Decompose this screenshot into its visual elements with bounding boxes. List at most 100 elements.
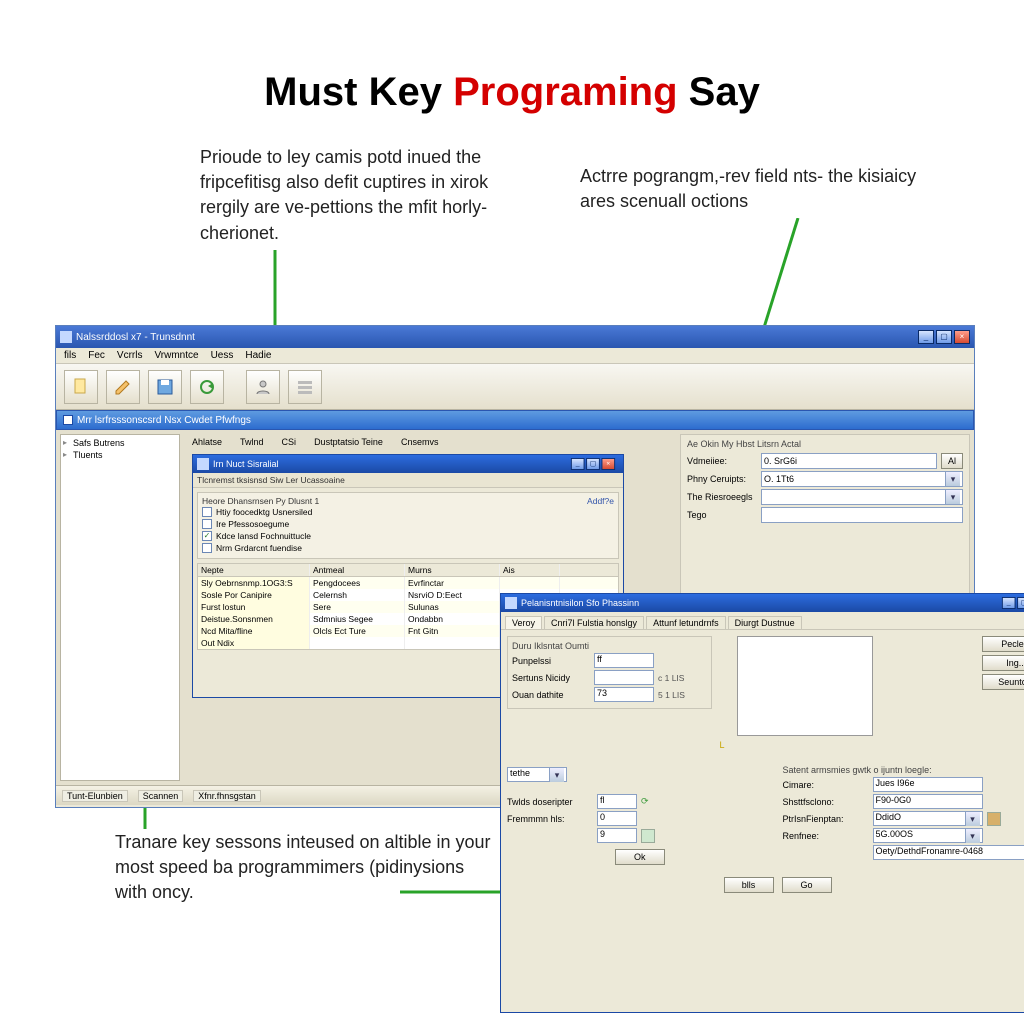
tree-node[interactable]: Tluents <box>63 449 177 461</box>
toolbar-edit-icon[interactable] <box>106 370 140 404</box>
toolbar-new-icon[interactable] <box>64 370 98 404</box>
tab[interactable]: Cnsemvs <box>397 436 443 448</box>
section-header: Mrr lsrfrsssonscsrd Nsx Cwdet Pfwfngs <box>56 410 974 430</box>
filter-checkbox[interactable]: Ire Pfessosoegume <box>202 518 614 530</box>
tab[interactable]: Ahlatse <box>188 436 226 448</box>
action-button[interactable]: Pecle.. <box>982 636 1024 652</box>
tab[interactable]: Cnri7l Fulstia honslgy <box>544 616 644 629</box>
text-input[interactable]: 0. SrG6i <box>761 453 937 469</box>
text-input[interactable]: 9 <box>597 828 637 843</box>
tree-view[interactable]: Safs Butrens Tluents <box>60 434 180 781</box>
combo-input[interactable]: DdidO <box>873 811 983 826</box>
column-header[interactable]: Ais <box>500 564 560 576</box>
ok-button[interactable]: Ok <box>615 849 665 865</box>
text-input[interactable]: F90-0G0 <box>873 794 983 809</box>
list-dialog-title: Irn Nuct Sisralial <box>213 459 279 469</box>
unit-label: 5 1 LIS <box>658 690 685 700</box>
filter-group-link[interactable]: Addf?e <box>587 496 614 506</box>
refresh-icon[interactable]: ⟳ <box>641 796 649 807</box>
table-row[interactable]: Sly Oebrnsnmp.1OG3:SPengdoceesEvrfinctar <box>198 577 618 589</box>
filter-checkbox[interactable]: ✓Kdce lansd Fochnuittucle <box>202 530 614 542</box>
status-segment[interactable]: Scannen <box>138 790 184 802</box>
combo-input[interactable]: Oety/DethdFronamre-0468 <box>873 845 1024 860</box>
tab[interactable]: Attunf letundrnfs <box>646 616 726 629</box>
tab[interactable]: Diurgt Dustnue <box>728 616 802 629</box>
combo-input[interactable] <box>761 489 963 505</box>
field-label: Fremmmn hls: <box>507 814 593 824</box>
list-dialog-titlebar[interactable]: Irn Nuct Sisralial _ ▢ × <box>193 455 623 473</box>
list-close-button[interactable]: × <box>602 458 616 470</box>
maximize-button[interactable]: ▢ <box>936 330 952 344</box>
field-label: Renfnee: <box>783 831 869 841</box>
field-label: Vdmeiiee: <box>687 456 757 466</box>
field-label: Ouan dathite <box>512 690 590 700</box>
combo-input[interactable]: 5G.00OS <box>873 828 983 843</box>
field-label: Phny Ceruipts: <box>687 474 757 484</box>
footer-button[interactable]: Go <box>782 877 832 893</box>
menu-item[interactable]: Hadie <box>245 350 271 361</box>
column-header[interactable]: Nepte <box>198 564 310 576</box>
filter-checkbox[interactable]: Nrm Grdarcnt fuendise <box>202 542 614 554</box>
text-input[interactable] <box>761 507 963 523</box>
column-header[interactable]: Murns <box>405 564 500 576</box>
combo-input[interactable]: O. 1Tt6 <box>761 471 963 487</box>
field-label: PtrIsnFienptan: <box>783 814 869 824</box>
tab[interactable]: Dustptatsio Teine <box>310 436 387 448</box>
callout-left: Prioude to ley camis potd inued the frip… <box>200 145 540 246</box>
minimize-button[interactable]: _ <box>918 330 934 344</box>
text-input[interactable]: 0 <box>597 811 637 826</box>
menu-item[interactable]: fils <box>64 350 76 361</box>
footer-button[interactable]: blls <box>724 877 774 893</box>
field-label: Shsttfsclono: <box>783 797 869 807</box>
table-cell <box>405 637 500 649</box>
properties-dialog: Pelanisntnisilon Sfo Phassinn _ ▢ × Vero… <box>500 593 1024 1013</box>
text-input[interactable]: Jues I96e <box>873 777 983 792</box>
filter-checkbox[interactable]: Htiy foocedktg Usnersiled <box>202 506 614 518</box>
text-input[interactable]: fl <box>597 794 637 809</box>
table-cell: Out Ndix <box>198 637 310 649</box>
app-icon <box>60 331 72 343</box>
tree-node[interactable]: Safs Butrens <box>63 437 177 449</box>
toolbar <box>56 364 974 410</box>
filter-group: Heore Dhansrnsen Py Dlusnt 1 Addf?e Htiy… <box>197 492 619 559</box>
column-header[interactable]: Antmeal <box>310 564 405 576</box>
field-label: Tego <box>687 510 757 520</box>
properties-titlebar[interactable]: Pelanisntnisilon Sfo Phassinn _ ▢ × <box>501 594 1024 612</box>
status-segment[interactable]: Xfnr.fhnsgstan <box>193 790 261 802</box>
toolbar-save-icon[interactable] <box>148 370 182 404</box>
menu-item[interactable]: Uess <box>211 350 234 361</box>
props-minimize-button[interactable]: _ <box>1002 597 1016 609</box>
side-form-button[interactable]: Al <box>941 453 963 469</box>
text-input[interactable] <box>594 670 654 685</box>
callout-right: Actrre pograngm,-rev field nts- the kisi… <box>580 164 920 214</box>
toolbar-user-icon[interactable] <box>246 370 280 404</box>
menu-item[interactable]: Fec <box>88 350 105 361</box>
close-button[interactable]: × <box>954 330 970 344</box>
table-cell: Pengdocees <box>310 577 405 589</box>
toolbar-refresh-icon[interactable] <box>190 370 224 404</box>
text-input[interactable]: 73 <box>594 687 654 702</box>
combo-input[interactable]: tethe <box>507 767 567 782</box>
menu-bar: fils Fec Vcrrls Vrwmntce Uess Hadie <box>56 348 974 364</box>
action-button[interactable]: Ing.. <box>982 655 1024 671</box>
action-button[interactable]: Seunton <box>982 674 1024 690</box>
text-input[interactable]: ff <box>594 653 654 668</box>
properties-tabs: Veroy Cnri7l Fulstia honslgy Attunf letu… <box>501 612 1024 630</box>
menu-item[interactable]: Vrwmntce <box>154 350 198 361</box>
tab[interactable]: CSi <box>278 436 301 448</box>
status-segment[interactable]: Tunt-Elunbien <box>62 790 128 802</box>
menu-item[interactable]: Vcrrls <box>117 350 143 361</box>
props-maximize-button[interactable]: ▢ <box>1017 597 1024 609</box>
tab[interactable]: Twlnd <box>236 436 268 448</box>
fieldset-title: Duru Iklsntat Oumti <box>512 641 707 651</box>
main-titlebar[interactable]: Nalssrddosl x7 - Trunsdnnt _ ▢ × <box>56 326 974 348</box>
color-swatch-icon[interactable] <box>987 812 1001 826</box>
toolbar-list-icon[interactable] <box>288 370 322 404</box>
dialog-icon <box>505 597 517 609</box>
tab[interactable]: Veroy <box>505 616 542 629</box>
list-maximize-button[interactable]: ▢ <box>586 458 600 470</box>
list-minimize-button[interactable]: _ <box>571 458 585 470</box>
sound-icon[interactable] <box>641 829 655 843</box>
table-cell: Deistue.Sonsnmen <box>198 613 310 625</box>
unit-label: c 1 LIS <box>658 673 684 683</box>
